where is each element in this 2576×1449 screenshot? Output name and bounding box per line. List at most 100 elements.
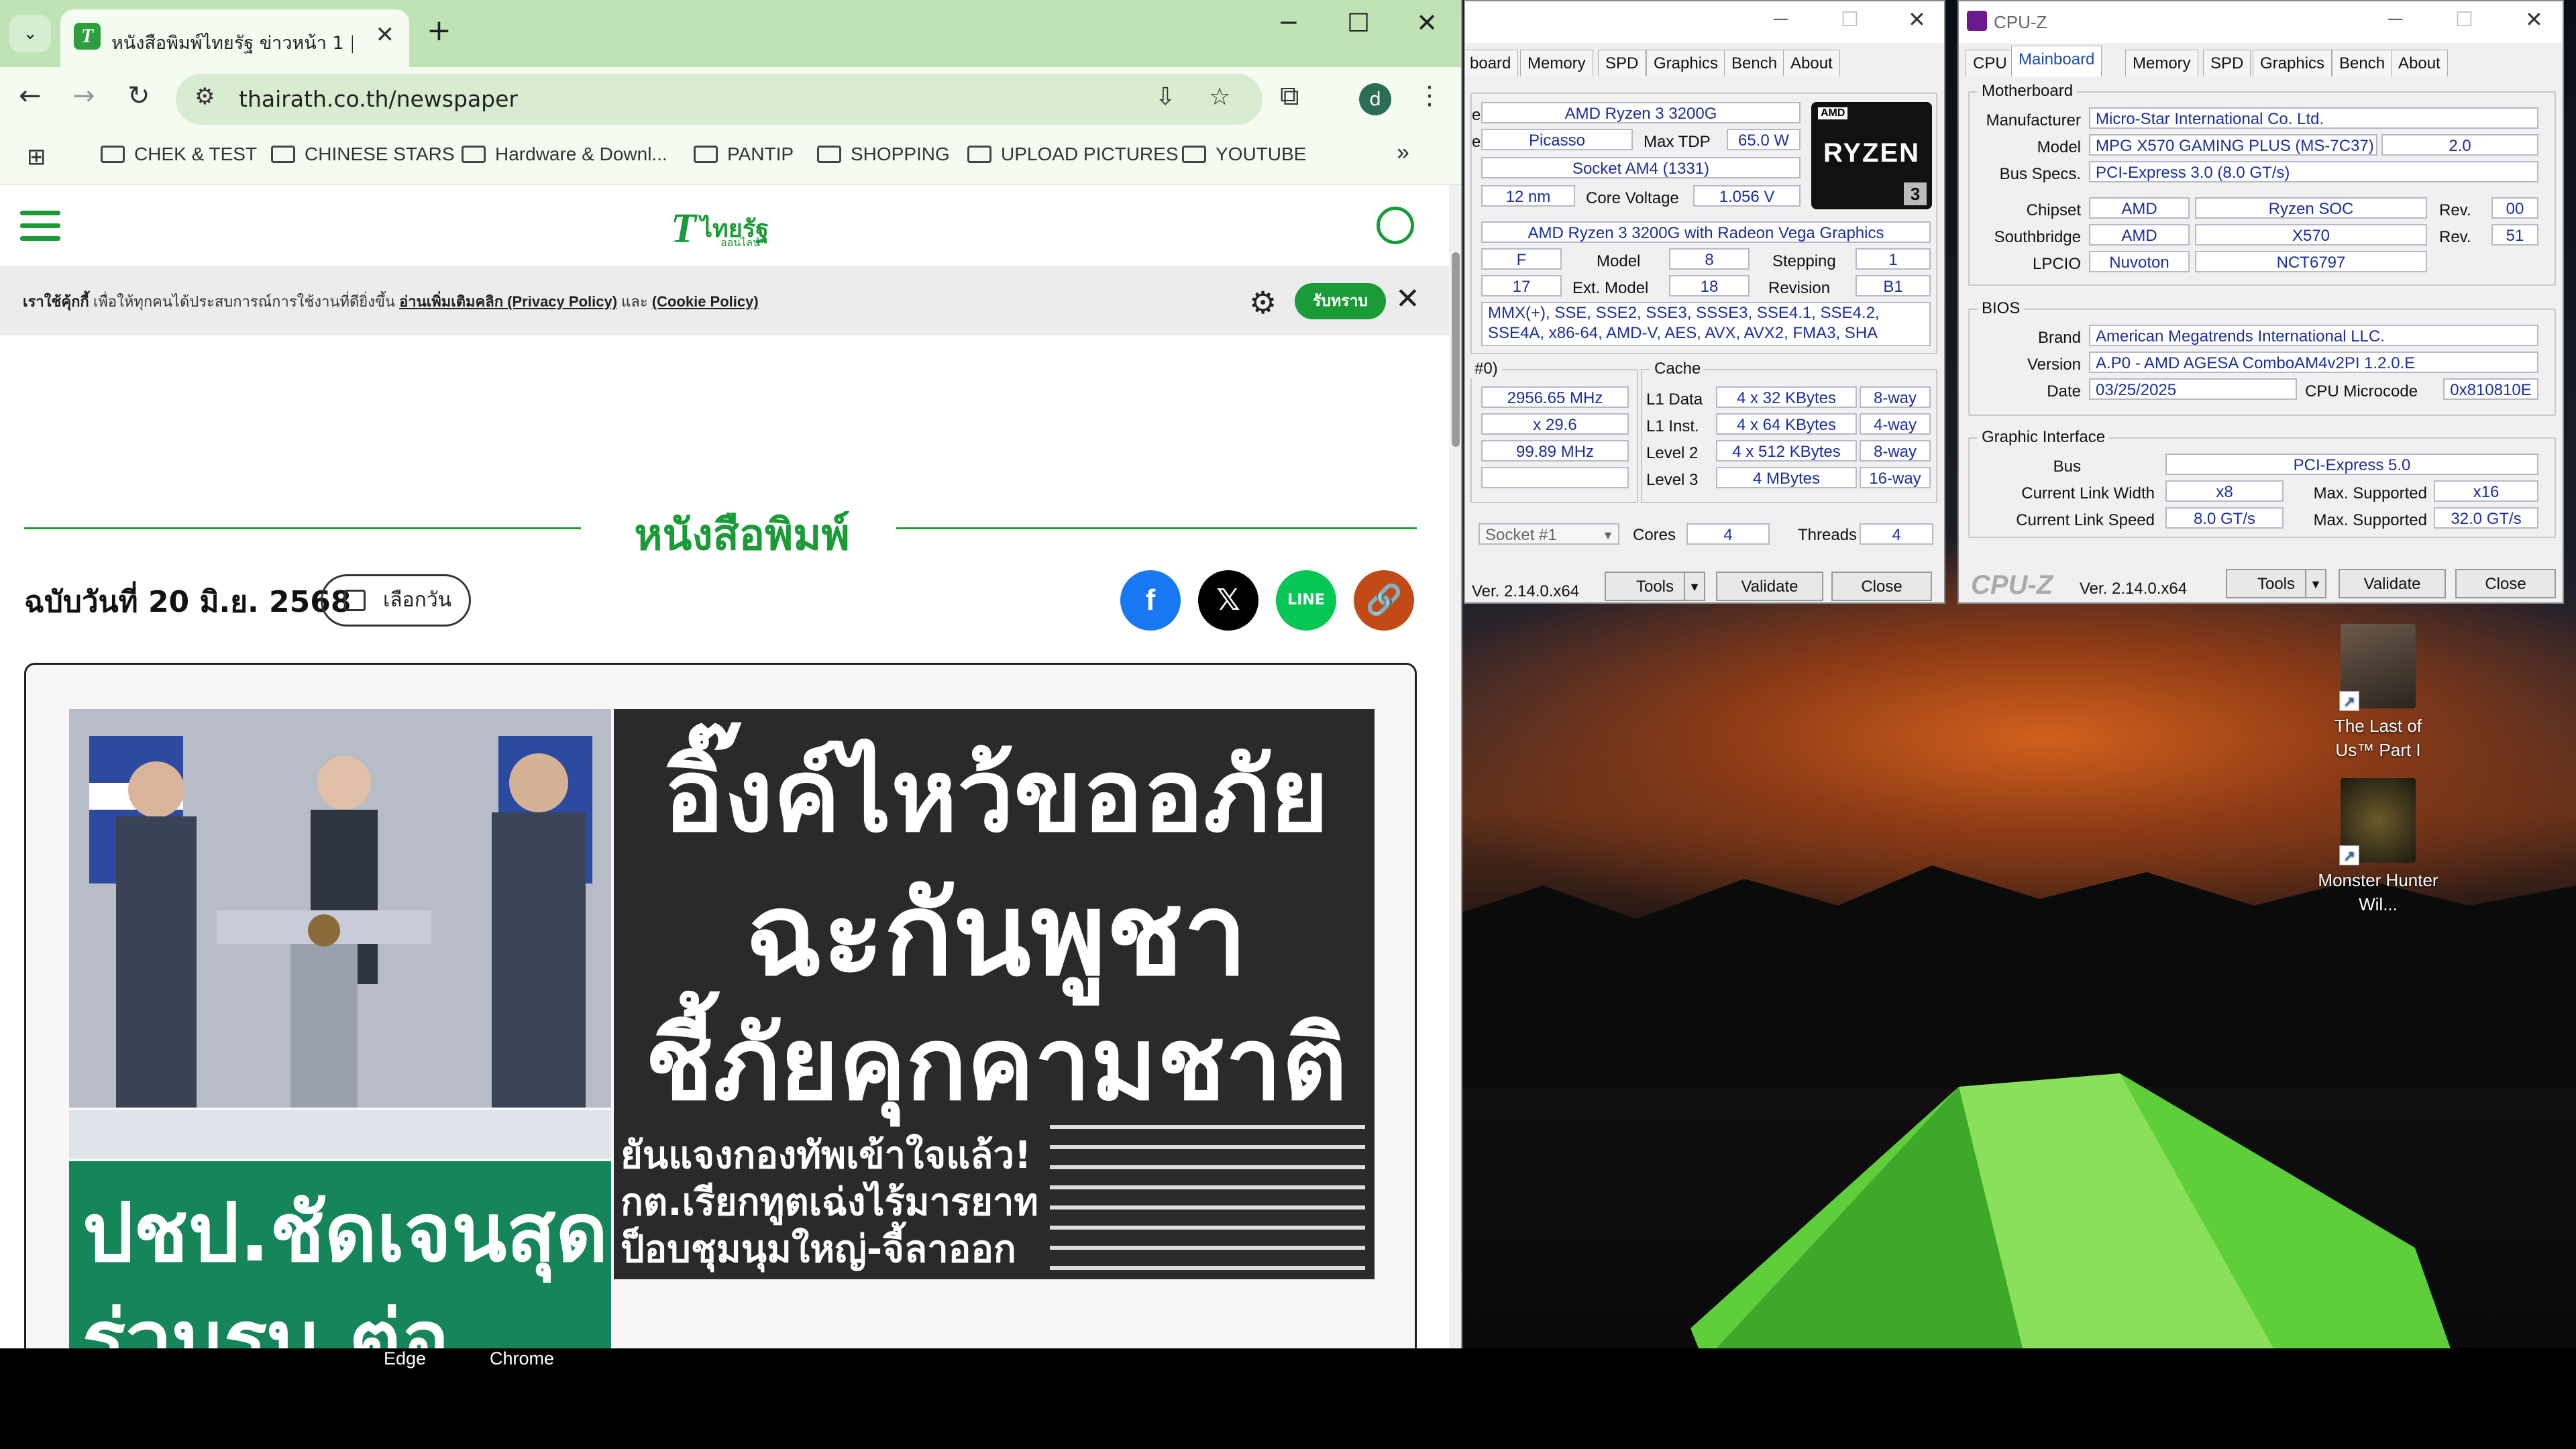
tools-button[interactable]: Tools ▼ xyxy=(2226,569,2326,598)
brand-label: Brand xyxy=(2037,329,2081,347)
cpuz-titlebar: ─ ☐ ✕ xyxy=(1465,1,1944,43)
chrome-menu-icon[interactable]: ⋮ xyxy=(1417,80,1442,110)
thairath-logo[interactable]: T ไทยรัฐ ออนไลน์ xyxy=(671,205,769,253)
lpcio: NCT6797 xyxy=(2195,251,2427,272)
tab-graphics[interactable]: Graphics xyxy=(2253,50,2332,76)
maximize-button[interactable]: ☐ xyxy=(1841,8,1859,32)
more-bookmarks-icon[interactable]: » xyxy=(1397,140,1409,166)
model-label: Model xyxy=(1597,252,1641,270)
cache-way: 8-way xyxy=(1860,386,1931,408)
microcode-label: CPU Microcode xyxy=(2305,382,2418,400)
bookmark-folder[interactable]: YOUTUBE xyxy=(1182,144,1306,165)
back-button[interactable]: ← xyxy=(19,80,42,111)
install-app-icon[interactable]: ⇩ xyxy=(1155,83,1175,111)
cpu-microcode: 0x810810E xyxy=(2443,378,2538,400)
revision-label: Revision xyxy=(1768,279,1831,297)
desktop-icon-the-last-of-us[interactable]: ↗ The Last of Us™ Part I xyxy=(2314,624,2442,762)
privacy-policy-link[interactable]: อ่านเพิ่มเติมคลิก (Privacy Policy) xyxy=(399,293,617,310)
url-text[interactable]: thairath.co.th/newspaper xyxy=(239,86,518,112)
bookmark-folder[interactable]: Hardware & Downl... xyxy=(462,144,667,165)
minimize-button[interactable]: ─ xyxy=(1774,8,1788,31)
tab-bench[interactable]: Bench xyxy=(1724,50,1785,76)
browser-tab[interactable]: T หนังสือพิมพ์ไทยรัฐ ข่าวหน้า 1 | ไทยรัฐ… xyxy=(60,9,409,67)
close-button[interactable]: Close xyxy=(2455,569,2556,598)
site-info-icon[interactable]: ⚙ xyxy=(195,83,215,110)
taskbar-item-chrome[interactable]: Chrome xyxy=(490,1348,554,1369)
bookmark-folder[interactable]: UPLOAD PICTURES xyxy=(967,144,1179,165)
bookmark-folder[interactable]: CHEK & TEST xyxy=(101,144,257,165)
cookie-accept-button[interactable]: รับทราบ xyxy=(1295,283,1386,319)
validate-button[interactable]: Validate xyxy=(1716,572,1823,601)
stepping: 1 xyxy=(1856,248,1931,270)
tab-bench[interactable]: Bench xyxy=(2332,50,2393,76)
scrollbar-thumb[interactable] xyxy=(1452,252,1460,447)
tab-search-button[interactable]: ⌄ xyxy=(9,15,51,52)
minimize-button[interactable]: ─ xyxy=(1258,8,1319,38)
tab-spd[interactable]: SPD xyxy=(1598,50,1646,76)
close-tab-icon[interactable]: ✕ xyxy=(376,21,395,48)
close-button[interactable]: Close xyxy=(1831,572,1932,601)
tab-spd[interactable]: SPD xyxy=(2203,50,2251,76)
hamburger-menu-icon[interactable] xyxy=(20,211,60,249)
bookmark-folder[interactable]: PANTIP xyxy=(694,144,794,165)
game-icon: ↗ xyxy=(2339,624,2416,711)
tab-about[interactable]: About xyxy=(2391,50,2448,76)
new-tab-button[interactable]: + xyxy=(427,13,451,48)
facebook-share-icon[interactable]: f xyxy=(1120,570,1181,631)
close-window-button[interactable]: ✕ xyxy=(1908,7,1926,32)
maximize-button[interactable]: ☐ xyxy=(2455,8,2473,32)
tab-cpu[interactable]: CPU xyxy=(1966,50,2015,76)
bookmark-label: CHEK & TEST xyxy=(134,144,258,164)
user-account-icon[interactable] xyxy=(1377,207,1414,244)
forward-button[interactable]: → xyxy=(72,80,95,111)
tools-button[interactable]: Tools ▼ xyxy=(1605,572,1705,601)
bios-group: BIOS Brand American Megatrends Internati… xyxy=(1968,299,2556,416)
cover-headline: ชี้ภัยคุกคามชาติ xyxy=(645,1006,1348,1123)
x-share-icon[interactable]: 𝕏 xyxy=(1198,570,1258,631)
apps-grid-icon[interactable]: ⊞ xyxy=(27,144,46,170)
bookmark-star-icon[interactable]: ☆ xyxy=(1209,83,1230,111)
southbridge-vendor: AMD xyxy=(2089,224,2190,246)
tab-mainboard[interactable]: Mainboard xyxy=(2011,46,2102,76)
bookmark-folder[interactable]: SHOPPING xyxy=(817,144,950,165)
technology: 12 nm xyxy=(1481,185,1575,207)
profile-avatar[interactable]: d xyxy=(1359,83,1391,115)
bus-specs: PCI-Express 3.0 (8.0 GT/s) xyxy=(2089,161,2538,182)
reload-button[interactable]: ↻ xyxy=(127,80,150,111)
desktop-icon-monster-hunter[interactable]: ↗ Monster Hunter Wil... xyxy=(2314,778,2442,916)
current-link-speed: 8.0 GT/s xyxy=(2165,507,2284,529)
tab-about[interactable]: About xyxy=(1783,50,1840,76)
chipset-vendor: AMD xyxy=(2089,197,2190,219)
taskbar-item-edge[interactable]: Edge xyxy=(384,1348,426,1369)
green-tent xyxy=(1610,1073,2549,1395)
cache-way: 8-way xyxy=(1860,440,1931,462)
cookie-policy-link[interactable]: (Cookie Policy) xyxy=(652,293,759,310)
validate-button[interactable]: Validate xyxy=(2339,569,2446,598)
socket-select[interactable]: Socket #1 ▼ xyxy=(1479,523,1619,545)
close-window-button[interactable]: ✕ xyxy=(1397,8,1457,38)
bookmark-folder[interactable]: CHINESE STARS xyxy=(271,144,455,165)
cookie-close-icon[interactable]: ✕ xyxy=(1395,282,1420,316)
bus-speed: 99.89 MHz xyxy=(1481,440,1629,462)
maximize-button[interactable]: ☐ xyxy=(1328,8,1389,38)
line-share-icon[interactable]: LINE xyxy=(1276,570,1336,631)
motherboard-group: Motherboard Manufacturer Micro-Star Inte… xyxy=(1968,82,2556,286)
cores: 4 xyxy=(1686,523,1770,545)
select-date-label: เลือกวัน xyxy=(383,588,452,612)
select-date-button[interactable]: เลือกวัน xyxy=(321,574,471,627)
newspaper-cover[interactable]: อิ๊งค์ไหว้ขออภัย ฉะกันพูชา ชี้ภัยคุกคามช… xyxy=(24,663,1417,1348)
extensions-icon[interactable]: ⧉ xyxy=(1280,80,1299,111)
bios-label: BIOS xyxy=(1978,299,2025,318)
tab-memory[interactable]: Memory xyxy=(2125,50,2198,76)
copy-link-icon[interactable]: 🔗 xyxy=(1354,570,1414,631)
tab-mainboard[interactable]: board xyxy=(1465,50,1519,76)
minimize-button[interactable]: ─ xyxy=(2388,8,2402,31)
tab-graphics[interactable]: Graphics xyxy=(1646,50,1726,76)
chipset-rev: 00 xyxy=(2491,197,2538,219)
close-window-button[interactable]: ✕ xyxy=(2525,7,2543,32)
tab-title: หนังสือพิมพ์ไทยรัฐ ข่าวหน้า 1 | ไทยรัฐ xyxy=(111,33,353,54)
cookie-settings-gear-icon[interactable]: ⚙ xyxy=(1249,284,1277,321)
tab-memory[interactable]: Memory xyxy=(1520,50,1593,76)
address-bar[interactable]: ⚙ thairath.co.th/newspaper ⇩ ☆ xyxy=(176,74,1263,125)
page-scrollbar[interactable] xyxy=(1449,185,1461,1348)
